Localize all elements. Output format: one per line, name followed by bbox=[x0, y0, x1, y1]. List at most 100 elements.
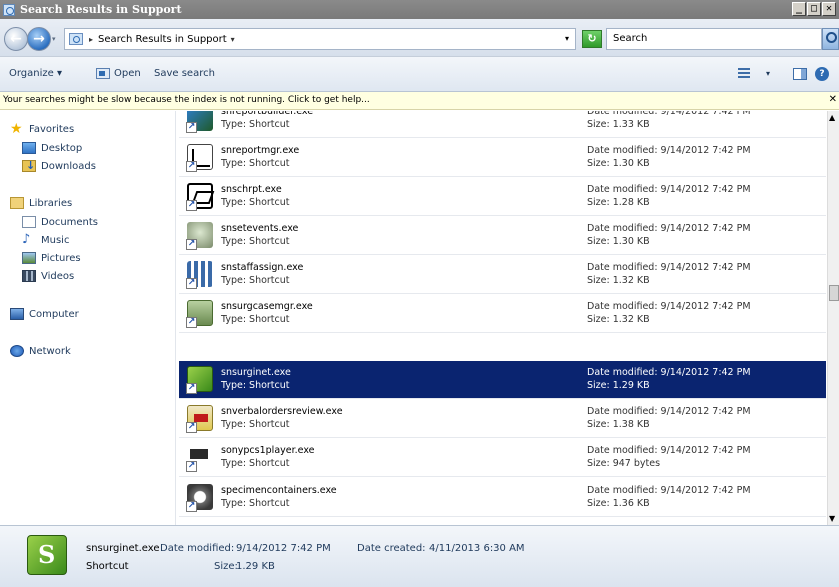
command-bar: Organize ▾ Open Save search ▾ ? bbox=[0, 57, 839, 92]
details-size-label: Size: bbox=[214, 561, 238, 572]
close-icon[interactable]: ✕ bbox=[829, 94, 837, 105]
file-row[interactable]: ↗ snsetevents.exe Type: Shortcut Date modif… bbox=[179, 217, 826, 255]
file-name: snreportbuilder.exe bbox=[221, 111, 314, 117]
nav-music[interactable]: ♪ Music bbox=[22, 233, 70, 246]
preview-pane-icon[interactable] bbox=[793, 68, 807, 80]
nav-desktop[interactable]: Desktop bbox=[22, 142, 82, 154]
sony-player-icon: ↗ bbox=[185, 442, 215, 472]
surginet-icon bbox=[27, 535, 67, 575]
nav-label: Network bbox=[29, 345, 71, 357]
file-size: Size: 1.30 KB bbox=[587, 158, 650, 169]
scroll-up-arrow[interactable]: ▲ bbox=[829, 113, 835, 122]
shortcut-arrow-icon: ↗ bbox=[186, 317, 197, 328]
surginet-icon: ↗ bbox=[185, 364, 215, 394]
network-icon bbox=[10, 345, 24, 357]
breadcrumb-location[interactable]: Search Results in Support bbox=[98, 34, 227, 45]
nav-videos[interactable]: Videos bbox=[22, 270, 74, 282]
scroll-down-arrow[interactable]: ▼ bbox=[829, 514, 835, 523]
nav-network[interactable]: Network bbox=[10, 345, 71, 357]
file-size: Size: 1.38 KB bbox=[587, 419, 650, 430]
scroll-thumb[interactable] bbox=[829, 285, 839, 301]
file-type: Type: Shortcut bbox=[221, 498, 290, 509]
file-date-modified: Date modified: 9/14/2012 7:42 PM bbox=[587, 184, 751, 195]
details-filename: snsurginet.exe bbox=[86, 543, 160, 554]
refresh-button[interactable]: ↻ bbox=[582, 30, 602, 48]
file-row[interactable]: ↗ snstaffassign.exe Type: Shortcut Date mod… bbox=[179, 256, 826, 294]
file-name: snverbalordersreview.exe bbox=[221, 406, 343, 417]
maximize-button[interactable]: □ bbox=[807, 2, 821, 16]
navigation-pane: ★ Favorites Desktop Downloads Libraries … bbox=[0, 111, 176, 542]
index-warning-bar[interactable]: Your searches might be slow because the … bbox=[0, 92, 839, 110]
file-date-modified: Date modified: 9/14/2012 7:42 PM bbox=[587, 485, 751, 496]
file-size: Size: 1.33 KB bbox=[587, 119, 650, 130]
search-input[interactable]: Search bbox=[606, 28, 822, 50]
views-icon[interactable] bbox=[738, 68, 750, 80]
file-row[interactable]: ↗ specimencontainers.exe Type: Shortcut Dat… bbox=[179, 479, 826, 517]
file-row[interactable]: ↗ sonypcs1player.exe Type: Shortcut Date mo… bbox=[179, 439, 826, 477]
breadcrumb-separator[interactable]: ▸ bbox=[89, 35, 93, 44]
file-date-modified: Date modified: 9/14/2012 7:42 PM bbox=[587, 262, 751, 273]
close-button[interactable]: ✕ bbox=[822, 2, 836, 16]
nav-computer[interactable]: Computer bbox=[10, 308, 79, 320]
file-row[interactable]: ↗ snreportbuilder.exe Type: Shortcut Date m… bbox=[179, 111, 826, 138]
file-size: Size: 1.32 KB bbox=[587, 275, 650, 286]
file-size: Size: 1.28 KB bbox=[587, 197, 650, 208]
file-row[interactable]: ↗ snsurginet.exe Type: Shortcut Date modifi… bbox=[179, 361, 826, 399]
file-list: ↗ snreportbuilder.exe Type: Shortcut Date m… bbox=[177, 111, 827, 525]
file-row[interactable]: ↗ snsurgcasemgr.exe Type: Shortcut Date mod… bbox=[179, 295, 826, 333]
file-date-modified: Date modified: 9/14/2012 7:42 PM bbox=[587, 223, 751, 234]
open-icon[interactable] bbox=[96, 68, 110, 79]
file-name: snstaffassign.exe bbox=[221, 262, 304, 273]
minimize-button[interactable]: _ bbox=[792, 2, 806, 16]
star-icon: ★ bbox=[10, 121, 23, 137]
search-folder-icon bbox=[3, 3, 15, 16]
file-type: Type: Shortcut bbox=[221, 158, 290, 169]
nav-label: Pictures bbox=[41, 252, 81, 264]
save-search-button[interactable]: Save search bbox=[154, 68, 215, 79]
address-dropdown-button[interactable]: ▾ bbox=[565, 34, 569, 43]
shortcut-arrow-icon: ↗ bbox=[186, 200, 197, 211]
desktop-icon bbox=[22, 142, 36, 154]
nav-favorites[interactable]: ★ Favorites bbox=[10, 121, 74, 137]
nav-libraries[interactable]: Libraries bbox=[10, 197, 72, 209]
nav-label: Documents bbox=[41, 216, 99, 228]
videos-icon bbox=[22, 270, 36, 282]
forward-button[interactable]: → bbox=[27, 27, 51, 51]
help-icon[interactable]: ? bbox=[815, 67, 829, 81]
views-dropdown[interactable]: ▾ bbox=[766, 69, 770, 78]
open-button[interactable]: Open bbox=[114, 68, 141, 79]
file-size: Size: 1.29 KB bbox=[587, 380, 650, 391]
shortcut-arrow-icon: ↗ bbox=[186, 161, 197, 172]
file-type: Type: Shortcut bbox=[221, 197, 290, 208]
shortcut-arrow-icon: ↗ bbox=[186, 461, 197, 472]
search-icon[interactable] bbox=[822, 28, 839, 50]
window-title: Search Results in Support bbox=[20, 3, 182, 16]
nav-label: Computer bbox=[29, 308, 79, 320]
details-size-value: 1.29 KB bbox=[236, 561, 275, 572]
nav-pictures[interactable]: Pictures bbox=[22, 252, 81, 264]
address-box[interactable]: ▸ Search Results in Support ▾ ▾ bbox=[64, 28, 576, 50]
breadcrumb-chevron[interactable]: ▾ bbox=[231, 35, 235, 44]
nav-documents[interactable]: Documents bbox=[22, 216, 98, 228]
nav-downloads[interactable]: Downloads bbox=[22, 159, 96, 172]
recent-pages-dropdown[interactable]: ▾ bbox=[52, 35, 56, 43]
shortcut-arrow-icon: ↗ bbox=[186, 278, 197, 289]
nav-label: Music bbox=[41, 234, 70, 246]
shortcut-arrow-icon: ↗ bbox=[186, 501, 197, 512]
organize-button[interactable]: Organize ▾ bbox=[9, 68, 62, 79]
surgical-case-manager-icon: ↗ bbox=[185, 298, 215, 328]
vertical-scrollbar[interactable]: ▲ ▼ bbox=[827, 111, 839, 525]
file-row[interactable]: ↗ snschrpt.exe Type: Shortcut Date modified… bbox=[179, 178, 826, 216]
file-date-modified: Date modified: 9/14/2012 7:42 PM bbox=[587, 111, 751, 117]
file-row[interactable]: ↗ snreportmgr.exe Type: Shortcut Date modif… bbox=[179, 139, 826, 177]
back-button[interactable]: ← bbox=[4, 27, 28, 51]
details-modified-value: 9/14/2012 7:42 PM bbox=[236, 543, 331, 554]
nav-label: Libraries bbox=[29, 197, 73, 209]
title-bar[interactable]: Search Results in Support _ □ ✕ bbox=[0, 0, 839, 19]
index-warning-message[interactable]: Your searches might be slow because the … bbox=[3, 95, 370, 105]
file-name: sonypcs1player.exe bbox=[221, 445, 315, 456]
details-modified-label: Date modified: bbox=[160, 543, 235, 554]
file-size: Size: 947 bytes bbox=[587, 458, 661, 469]
file-row[interactable]: ↗ snverbalordersreview.exe Type: Shortcut D… bbox=[179, 400, 826, 438]
file-type: Type: Shortcut bbox=[221, 314, 290, 325]
